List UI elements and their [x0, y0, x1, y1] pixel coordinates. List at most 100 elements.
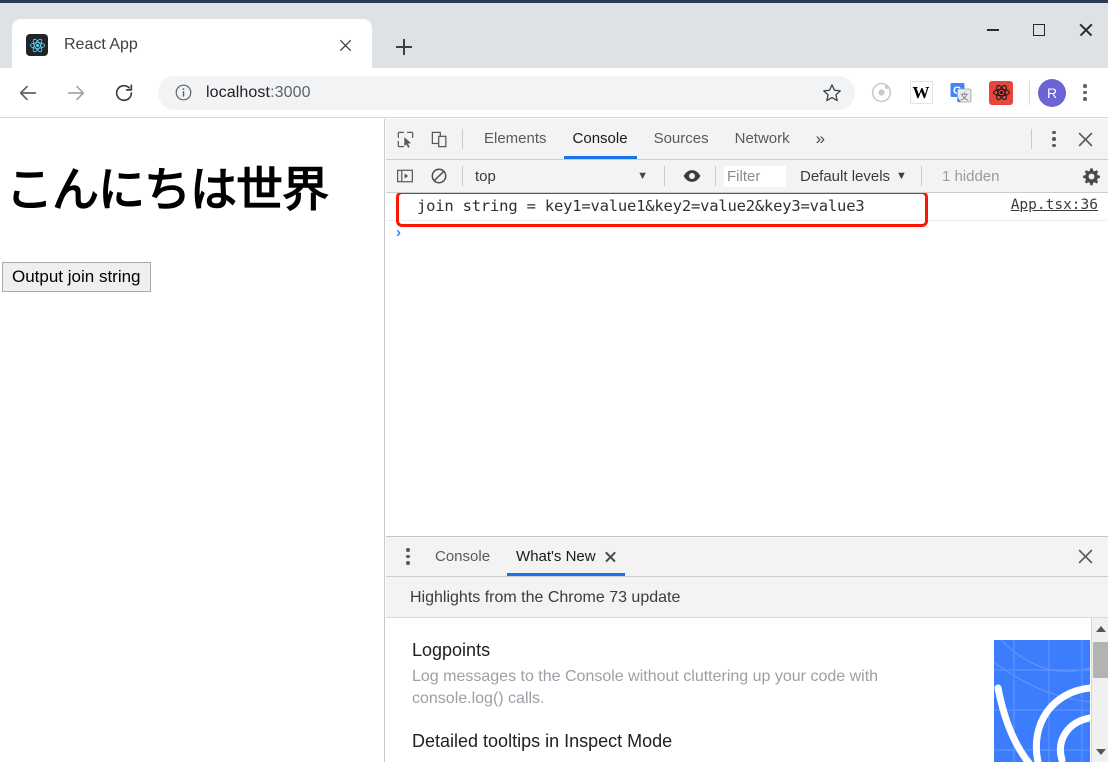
clear-console-icon[interactable]: [424, 161, 454, 191]
hidden-messages-count[interactable]: 1 hidden: [942, 168, 1000, 185]
browser-tab[interactable]: React App: [12, 19, 372, 71]
wappalyzer-extension-icon[interactable]: W: [904, 76, 938, 110]
bookmark-star-icon[interactable]: [815, 76, 849, 110]
ionic-extension-icon[interactable]: [864, 76, 898, 110]
toolbar-divider: [462, 129, 463, 149]
tab-overflow-button[interactable]: »: [803, 119, 838, 159]
log-levels-value: Default levels: [800, 167, 891, 185]
dot: [1052, 137, 1056, 141]
prompt-caret-icon: ›: [396, 223, 401, 241]
wappalyzer-letter: W: [909, 81, 933, 104]
scrollbar-thumb[interactable]: [1093, 642, 1108, 678]
console-log-message: join string = key1=value1&key2=value2&ke…: [417, 197, 865, 215]
toolbar-divider: [462, 166, 463, 186]
tab-elements[interactable]: Elements: [471, 119, 560, 159]
url-port: :3000: [270, 83, 311, 101]
dot: [1083, 97, 1087, 101]
title-bar: React App: [0, 0, 1108, 71]
drawer-tab-console[interactable]: Console: [422, 537, 503, 576]
profile-avatar[interactable]: R: [1038, 78, 1066, 107]
dot: [406, 561, 410, 565]
whats-new-scrollbar[interactable]: [1091, 618, 1108, 762]
minimize-icon: [987, 29, 999, 31]
close-devtools-icon[interactable]: [1068, 122, 1102, 156]
extension-icons: W G 文: [861, 76, 1021, 110]
console-prompt-row[interactable]: ›: [386, 221, 1108, 243]
tab-sources[interactable]: Sources: [641, 119, 722, 159]
forward-button[interactable]: [56, 73, 96, 113]
browser-window: React App localhost:3000 W 文 R こんにちは世界 O…: [0, 0, 1108, 762]
info-circle-icon[interactable]: [172, 82, 194, 104]
toolbar-divider: [1031, 129, 1032, 149]
toolbar-divider: [920, 166, 922, 186]
url-text: localhost:3000: [206, 84, 815, 102]
forward-arrow-icon: [67, 85, 85, 100]
toolbar-divider: [715, 166, 716, 186]
console-filter-input[interactable]: Filter: [724, 165, 786, 187]
window-controls: [970, 6, 1108, 54]
back-button[interactable]: [8, 73, 48, 113]
triangle-down: [1095, 748, 1106, 755]
dot: [406, 554, 410, 559]
devtools-toolbar: Elements Console Sources Network »: [386, 119, 1108, 160]
close-icon: [1078, 23, 1092, 37]
live-expression-eye-icon[interactable]: [677, 161, 707, 191]
tab-strip: React App: [0, 6, 1108, 71]
minimize-button[interactable]: [970, 6, 1016, 54]
scroll-down-arrow-icon[interactable]: [1092, 743, 1108, 760]
drawer-tab-bar: Console What's New: [386, 537, 1108, 577]
console-sidebar-toggle-icon[interactable]: [390, 161, 420, 191]
drawer-tab-whats-new[interactable]: What's New: [503, 537, 629, 576]
back-arrow-icon: [19, 85, 37, 100]
dot: [1083, 84, 1087, 88]
reload-icon: [115, 83, 133, 101]
maximize-button[interactable]: [1016, 6, 1062, 54]
devtools-more-options-icon[interactable]: [1040, 125, 1068, 153]
whats-new-illustration: [994, 640, 1090, 762]
drawer-tab-label: Console: [435, 548, 491, 565]
navigation-bar: localhost:3000 W G: [0, 68, 1108, 118]
drawer-tab-label: What's New: [516, 548, 596, 565]
close-window-button[interactable]: [1062, 6, 1108, 54]
settings-gear-icon[interactable]: [1076, 161, 1106, 191]
tab-console[interactable]: Console: [560, 119, 641, 159]
new-tab-button[interactable]: [384, 27, 424, 67]
console-context-select[interactable]: top ▼: [471, 168, 656, 185]
reload-button[interactable]: [104, 73, 144, 113]
console-log-row[interactable]: join string = key1=value1&key2=value2&ke…: [386, 193, 1108, 221]
maximize-icon: [1033, 24, 1045, 36]
react-devtools-badge: [989, 80, 1013, 105]
toolbar-divider: [1029, 80, 1030, 105]
drawer-more-icon[interactable]: [394, 543, 422, 571]
toolbar-divider: [664, 166, 665, 186]
triangle-up: [1095, 625, 1106, 632]
plus-icon: [396, 39, 412, 55]
svg-text:文: 文: [960, 91, 969, 102]
console-context-value: top: [475, 167, 496, 185]
tab-close-icon[interactable]: [332, 32, 358, 58]
react-devtools-extension-icon[interactable]: [984, 76, 1018, 110]
devtools-drawer: Console What's New Highlights from the C…: [386, 536, 1108, 762]
inspect-element-icon[interactable]: [390, 124, 420, 154]
page-heading: こんにちは世界: [6, 163, 329, 218]
address-bar[interactable]: localhost:3000: [158, 75, 855, 110]
url-host: localhost: [206, 83, 271, 101]
close-drawer-icon[interactable]: [1068, 540, 1102, 574]
console-message-area[interactable]: join string = key1=value1&key2=value2&ke…: [386, 193, 1108, 536]
scroll-up-arrow-icon[interactable]: [1092, 620, 1108, 637]
devtools-panel: Elements Console Sources Network » top ▼…: [386, 119, 1108, 762]
google-translate-extension-icon[interactable]: G 文: [944, 76, 978, 110]
device-toolbar-icon[interactable]: [424, 124, 454, 154]
console-source-link[interactable]: App.tsx:36: [1011, 197, 1108, 213]
chevron-down-icon: ▼: [896, 170, 907, 182]
chevron-down-icon: ▼: [637, 170, 648, 182]
whats-new-content: Logpoints Log messages to the Console wi…: [386, 618, 1108, 762]
console-filter-bar: top ▼ Filter Default levels ▼ 1 hidden: [386, 160, 1108, 193]
tab-network[interactable]: Network: [722, 119, 803, 159]
chrome-menu-icon[interactable]: [1068, 76, 1102, 110]
tab-title: React App: [64, 36, 138, 53]
close-tab-icon[interactable]: [605, 551, 616, 562]
output-join-string-button[interactable]: Output join string: [2, 262, 151, 292]
whats-new-subtitle: Highlights from the Chrome 73 update: [386, 577, 1108, 618]
console-log-levels-select[interactable]: Default levels ▼: [800, 168, 907, 185]
